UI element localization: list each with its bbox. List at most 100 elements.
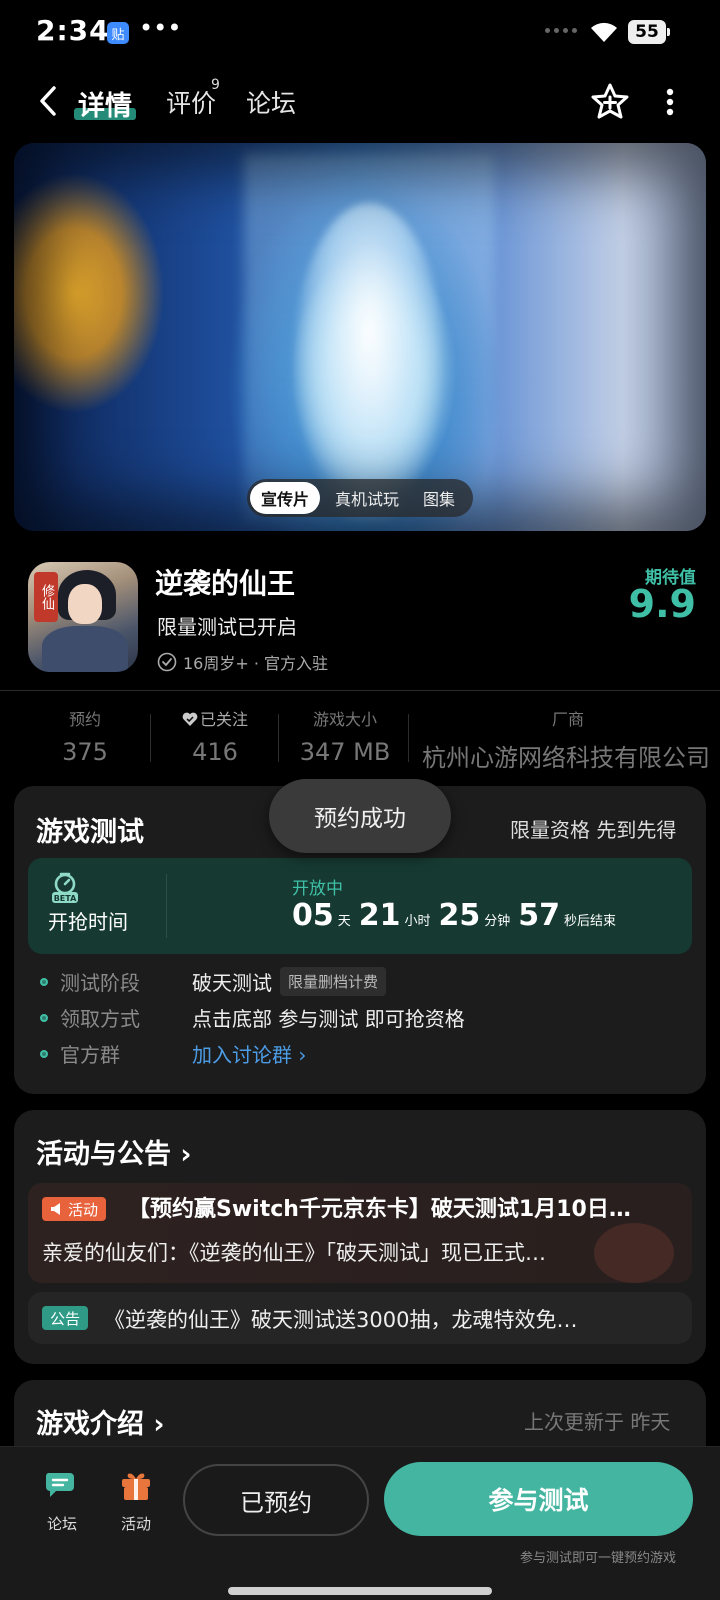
tab-forum[interactable]: 论坛 [246, 84, 296, 120]
beta-separator [166, 874, 167, 938]
media-tab-switcher: 宣传片 真机试玩 图集 [247, 479, 473, 517]
stat-separator [408, 714, 409, 762]
activity-label: 活动 [120, 1515, 151, 1533]
join-hint: 参与测试即可一键预约游戏 [519, 1551, 676, 1566]
icon-face [68, 584, 102, 624]
verified-check-icon [157, 652, 177, 672]
heart-check-icon [182, 712, 198, 726]
beta-badge-text: BETA [54, 894, 77, 903]
icon-robe [42, 626, 128, 672]
icon-seal: 修仙 [34, 572, 58, 622]
bullet [40, 1013, 48, 1022]
countdown-days: 05 [292, 898, 334, 933]
back-icon[interactable] [36, 84, 60, 118]
info-key: 官方群 [60, 1043, 120, 1067]
notice-title: 《逆袭的仙王》破天测试送3000抽，龙魂特效免… [104, 1308, 578, 1332]
game-app-icon: 修仙 [28, 562, 138, 672]
forum-label: 论坛 [46, 1515, 77, 1533]
open-status: 开放中 [292, 879, 343, 899]
countdown-hours: 21 [358, 898, 401, 933]
megaphone-icon [51, 1203, 60, 1215]
reserved-button[interactable]: 已预约 [183, 1464, 369, 1536]
activity-desc: 亲爱的仙友们：《逆袭的仙王》「破天测试」现已正式… [42, 1241, 546, 1265]
media-tab-trailer[interactable]: 宣传片 [250, 482, 320, 514]
forum-icon [45, 1473, 74, 1497]
countdown-minutes: 25 [438, 898, 481, 933]
game-test-title: 游戏测试 [36, 817, 144, 848]
stat-size: 游戏大小 347 MB [290, 706, 400, 766]
countdown-timer: 05 天 21 小时 25 分钟 57 秒后结束 [292, 898, 620, 933]
game-title: 逆袭的仙王 [155, 567, 296, 600]
divider [0, 690, 720, 691]
stat-followers[interactable]: 已关注 416 [164, 706, 266, 766]
more-notifications-icon: ••• [139, 14, 182, 42]
join-group-link[interactable]: 加入讨论群 › [192, 1039, 306, 1068]
stat-label: 游戏大小 [312, 710, 377, 729]
bullet [40, 977, 48, 986]
reservation-success-toast: 预约成功 [269, 779, 451, 853]
stat-reservations: 预约 375 [48, 706, 122, 766]
beta-timer-icon: BETA [52, 872, 78, 903]
intro-title[interactable]: 游戏介绍 › [36, 1402, 165, 1441]
status-bar: 2:34 贴 ••• 55 [0, 0, 720, 66]
test-countdown-box: BETA 开抢时间 开放中 05 天 21 小时 25 分钟 57 秒后结束 [28, 858, 692, 954]
more-options-icon[interactable] [665, 88, 675, 116]
stat-value: 416 [192, 738, 238, 766]
tab-reviews[interactable]: 评价 [166, 84, 216, 120]
stat-value: 347 MB [299, 738, 391, 766]
notice-badge: 公告 [42, 1306, 89, 1330]
favorite-star-icon[interactable] [590, 82, 630, 122]
join-test-button[interactable]: 参与测试 [384, 1462, 693, 1536]
promo-video-player[interactable]: 宣传片 真机试玩 图集 [14, 143, 706, 531]
countdown-seconds-unit: 秒后结束 [564, 914, 617, 929]
info-row-claim-method: 领取方式 点击底部 参与测试 即可抢资格 [40, 1003, 465, 1032]
stat-value: 杭州心游网络科技有限公司 [422, 744, 710, 772]
info-value: 点击底部 参与测试 即可抢资格 [192, 1007, 465, 1031]
tab-details[interactable]: 详情 [78, 84, 132, 123]
stat-label: 预约 [68, 710, 101, 729]
activity-button[interactable]: 活动 [106, 1467, 166, 1534]
battery-icon: 55 [628, 20, 666, 44]
reviews-count-badge: 9 [211, 77, 220, 93]
stat-value: 375 [62, 738, 108, 766]
stat-label: 厂商 [552, 710, 585, 729]
info-key: 测试阶段 [60, 971, 140, 995]
info-value: 破天测试 [192, 971, 272, 995]
game-meta: 16周岁+ · 官方入驻 [157, 650, 328, 674]
activity-item[interactable]: 活动 【预约赢Switch千元京东卡】破天测试1月10日… 亲爱的仙友们：《逆袭… [28, 1183, 692, 1283]
wifi-icon [591, 22, 617, 42]
grab-time-label: 开抢时间 [48, 910, 128, 934]
countdown-hours-unit: 小时 [404, 914, 431, 929]
hero-vignette [14, 143, 706, 531]
home-indicator[interactable] [228, 1587, 492, 1595]
countdown-days-unit: 天 [337, 914, 351, 929]
countdown-minutes-unit: 分钟 [484, 914, 511, 929]
game-test-limit-text: 限量资格 先到先得 [510, 818, 677, 842]
media-tab-gallery[interactable]: 图集 [409, 482, 469, 514]
forum-button[interactable]: 论坛 [32, 1467, 92, 1534]
info-row-official-group: 官方群 加入讨论群 › [40, 1039, 306, 1068]
bullet [40, 1049, 48, 1058]
gift-icon [122, 1473, 150, 1500]
countdown-seconds: 57 [518, 898, 561, 933]
intro-updated: 上次更新于 昨天 [524, 1410, 671, 1434]
notice-item[interactable]: 公告 《逆袭的仙王》破天测试送3000抽，龙魂特效免… [28, 1292, 692, 1344]
stat-label-wrap: 已关注 [164, 706, 266, 730]
activity-title: 【预约赢Switch千元京东卡】破天测试1月10日… [128, 1197, 631, 1222]
test-type-tag: 限量删档计费 [280, 967, 387, 996]
media-tab-gameplay[interactable]: 真机试玩 [327, 482, 407, 514]
tieba-notification-icon: 贴 [107, 22, 129, 44]
info-key: 领取方式 [60, 1007, 140, 1031]
activities-title[interactable]: 活动与公告 › [36, 1132, 192, 1171]
stat-separator [150, 714, 151, 762]
activity-badge-text: 活动 [68, 1200, 99, 1219]
stat-label: 已关注 [199, 710, 248, 729]
activity-badge: 活动 [42, 1197, 107, 1221]
stat-separator [278, 714, 279, 762]
stat-developer[interactable]: 厂商 杭州心游网络科技有限公司 [422, 706, 720, 773]
battery-tip [667, 28, 670, 36]
age-rating-text: 16周岁+ · 官方入驻 [183, 654, 329, 673]
game-subtitle: 限量测试已开启 [157, 615, 297, 639]
expectation-score: 9.9 [628, 582, 696, 626]
info-row-test-stage: 测试阶段 破天测试 限量删档计费 [40, 967, 387, 996]
